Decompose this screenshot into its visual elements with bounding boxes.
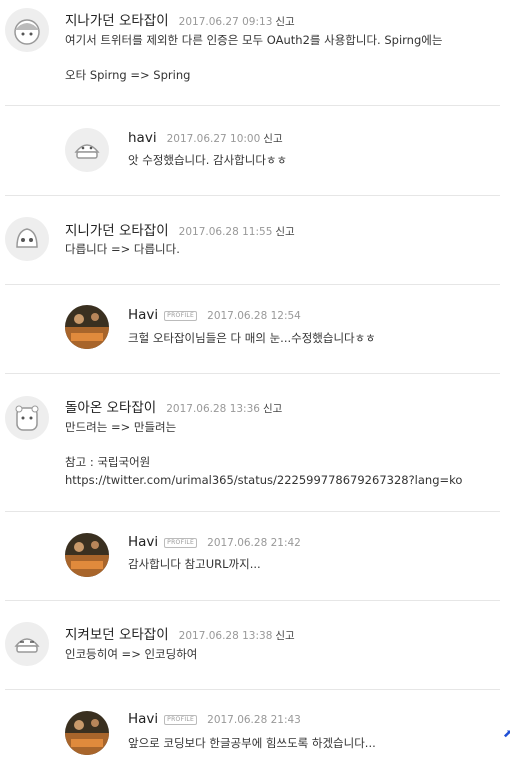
- avatar[interactable]: [65, 711, 109, 755]
- profile-badge[interactable]: PROFILE: [164, 715, 198, 725]
- comment-author[interactable]: Havi: [128, 307, 158, 323]
- comment-text: 크헐 오타잡이님들은 다 매의 눈...수정했습니다ㅎㅎ: [128, 331, 376, 345]
- avatar[interactable]: [65, 305, 109, 349]
- comment-text: 인코등히여 => 인코딩하여: [65, 647, 198, 661]
- comment-author[interactable]: 지니가던 오타잡이: [65, 219, 169, 239]
- comment-text: 앗 수정했습니다. 감사합니다ㅎㅎ: [128, 153, 288, 167]
- report-link[interactable]: 신고: [275, 14, 294, 29]
- comment-author[interactable]: Havi: [128, 534, 158, 550]
- divider: [5, 284, 500, 285]
- comment-date: 2017.06.28 21:43: [207, 714, 301, 726]
- report-link[interactable]: 신고: [275, 628, 294, 643]
- avatar[interactable]: [65, 128, 109, 172]
- report-link[interactable]: 신고: [263, 131, 282, 146]
- comment-date: 2017.06.28 13:36: [166, 403, 260, 415]
- avatar[interactable]: [5, 217, 49, 261]
- avatar[interactable]: [5, 396, 49, 440]
- divider: [5, 373, 500, 374]
- divider: [5, 105, 500, 106]
- comment-date: 2017.06.27 09:13: [178, 16, 273, 28]
- comment-author[interactable]: 지켜보던 오타잡이: [65, 623, 169, 643]
- divider: [5, 195, 500, 196]
- divider: [5, 600, 500, 601]
- divider: [5, 689, 500, 690]
- comment-author[interactable]: havi: [128, 130, 157, 146]
- comment-author[interactable]: 돌아온 오타잡이: [65, 396, 156, 416]
- reference-link[interactable]: https://twitter.com/urimal365/status/222…: [65, 471, 462, 489]
- comment-date: 2017.06.28 21:42: [207, 537, 301, 549]
- comment-date: 2017.06.28 12:54: [207, 310, 301, 322]
- divider: [5, 511, 500, 512]
- report-link[interactable]: 신고: [275, 224, 294, 239]
- comment-text: 다릅니다 => 다릅니다.: [65, 242, 180, 256]
- avatar[interactable]: [5, 622, 49, 666]
- avatar[interactable]: [65, 533, 109, 577]
- comment-author[interactable]: 지나가던 오타잡이: [65, 9, 169, 29]
- comment-date: 2017.06.28 11:55: [178, 226, 273, 238]
- avatar[interactable]: [5, 8, 49, 52]
- comment-text: 앞으로 코딩보다 한글공부에 힘쓰도록 하겠습니다...: [128, 736, 376, 750]
- comment-text: 감사합니다 참고URL까지...: [128, 557, 261, 571]
- profile-badge[interactable]: PROFILE: [164, 538, 198, 548]
- comment-text: 참고 : 국립국어원: [65, 455, 151, 469]
- report-link[interactable]: 신고: [263, 401, 282, 416]
- comment-date: 2017.06.27 10:00: [166, 133, 261, 145]
- comment-text: 여기서 트위터를 제외한 다른 인증은 모두 OAuth2를 사용합니다. Sp…: [65, 33, 443, 47]
- comment-text: 만드려는 => 만들려는: [65, 420, 177, 434]
- cursor-icon: ⬈: [503, 727, 510, 740]
- comment-author[interactable]: Havi: [128, 711, 158, 727]
- profile-badge[interactable]: PROFILE: [164, 311, 198, 321]
- comment-date: 2017.06.28 13:38: [178, 630, 273, 642]
- comment-text: 오타 Spirng => Spring: [65, 68, 191, 82]
